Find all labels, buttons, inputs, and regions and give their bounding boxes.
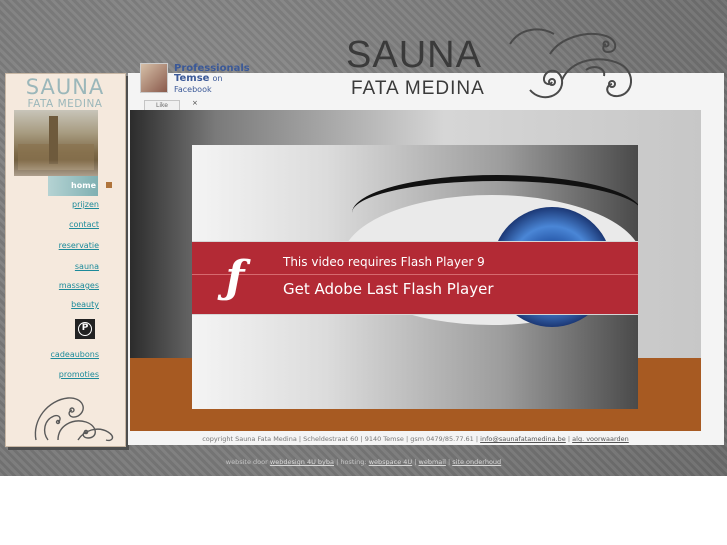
facebook-page-name-2[interactable]: Temse [174,73,209,84]
active-bullet-icon [106,182,112,188]
nav-contact[interactable]: contact [6,220,99,229]
sidebar-logo[interactable]: SAUNA FATA MEDINA [15,77,115,110]
support-link[interactable]: site onderhoud [452,458,501,466]
credits-prefix: website door [225,458,268,466]
nav-prijzen[interactable]: prijzen [6,200,99,209]
nav-home[interactable]: home [48,176,98,196]
footer-copyright: copyright Sauna Fata Medina | Scheldestr… [202,435,629,443]
get-flash-player-link[interactable]: Get Adobe Last Flash Player [283,280,493,298]
close-icon[interactable]: × [192,99,198,107]
brand-swirl-icon [509,28,632,99]
terms-link[interactable]: alg. voorwaarden [572,435,629,443]
nav-sauna[interactable]: sauna [6,262,99,271]
nav-beauty[interactable]: beauty [6,300,99,309]
brand-title: SAUNA [346,34,482,76]
flash-player-banner[interactable]: ƒ This video requires Flash Player 9 Get… [192,241,638,315]
facebook-link[interactable]: Facebook [174,85,212,94]
pinterest-icon[interactable]: P [75,319,95,339]
facebook-avatar[interactable] [140,63,168,93]
flash-required-message: This video requires Flash Player 9 [283,255,485,269]
hosting-link[interactable]: webspace 4U [369,458,412,466]
webmail-link[interactable]: webmail [419,458,446,466]
brand-subtitle: FATA MEDINA [351,78,485,99]
copyright-text: copyright Sauna Fata Medina | Scheldestr… [202,435,479,443]
facebook-on-text: on [212,74,223,83]
flash-logo-icon: ƒ [225,251,245,303]
sidebar-logo-line1: SAUNA [25,75,105,99]
nav-cadeaubons[interactable]: cadeaubons [6,350,99,359]
webdesign-link[interactable]: webdesign 4U byba [270,458,334,466]
sidebar-logo-line2: FATA MEDINA [27,98,103,110]
nav-massages[interactable]: massages [6,281,99,290]
email-link[interactable]: info@saunafatamedina.be [480,435,566,443]
nav-promoties[interactable]: promoties [6,370,99,379]
nav-reservatie[interactable]: reservatie [6,241,99,250]
sidebar: SAUNA FATA MEDINA home prijzen contact r… [5,73,126,447]
swirl-ornament-icon [34,397,114,442]
facebook-widget: Professionals Temse on Facebook Like × [140,63,258,112]
footer-credits: website door webdesign 4U byba | hosting… [225,458,502,466]
